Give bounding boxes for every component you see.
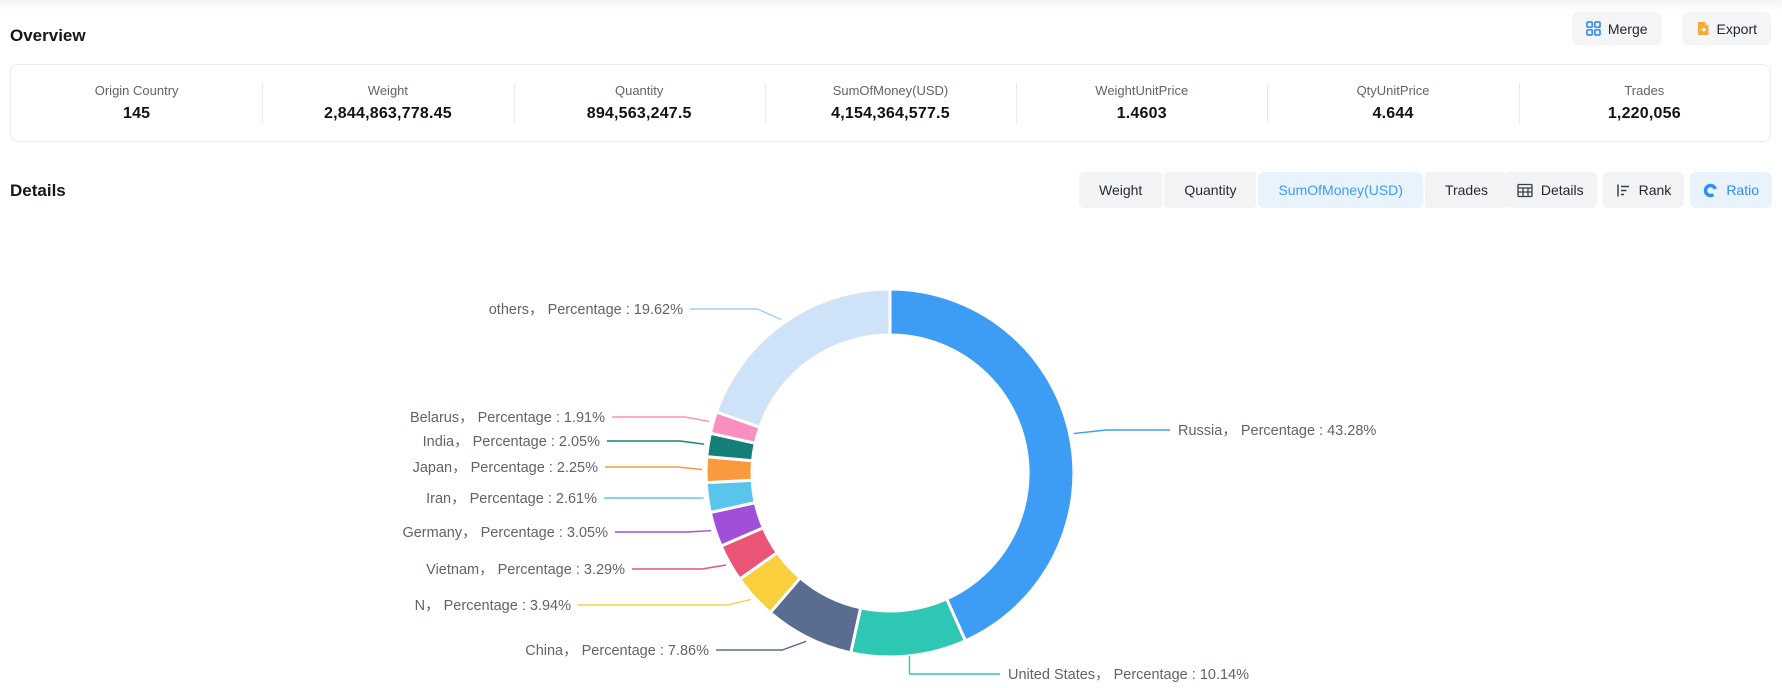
label-line-india bbox=[607, 441, 704, 444]
slice-label-japan: Japan， Percentage : 2.25% bbox=[413, 460, 599, 476]
label-line-russia bbox=[1074, 430, 1170, 434]
slice-label-others: others， Percentage : 19.62% bbox=[489, 302, 683, 318]
label-line-japan bbox=[605, 467, 702, 470]
label-line-n bbox=[578, 600, 751, 606]
slice-label-iran: Iran， Percentage : 2.61% bbox=[426, 491, 597, 507]
slice-label-germany: Germany， Percentage : 3.05% bbox=[402, 525, 608, 541]
slice-label-united-states: United States， Percentage : 10.14% bbox=[1008, 667, 1249, 683]
slice-label-vietnam: Vietnam， Percentage : 3.29% bbox=[426, 562, 625, 578]
donut-chart: Russia， Percentage : 43.28% United States… bbox=[0, 0, 1782, 688]
slice-label-india: India， Percentage : 2.05% bbox=[423, 434, 600, 450]
label-line-vietnam bbox=[632, 565, 726, 569]
label-line-belarus bbox=[612, 417, 709, 421]
donut-slice-others[interactable] bbox=[716, 289, 890, 427]
slice-label-russia: Russia， Percentage : 43.28% bbox=[1178, 423, 1376, 439]
label-line-china bbox=[716, 641, 806, 650]
page: Overview Merge Export Origin Country145 bbox=[0, 0, 1782, 688]
label-line-germany bbox=[615, 531, 711, 532]
slice-label-china: China， Percentage : 7.86% bbox=[525, 643, 709, 659]
donut-slice-united-states[interactable] bbox=[851, 599, 966, 657]
label-line-united-states bbox=[910, 656, 1001, 674]
donut-slice-russia[interactable] bbox=[890, 289, 1074, 641]
slice-label-belarus: Belarus， Percentage : 1.91% bbox=[410, 410, 605, 426]
label-line-others bbox=[690, 309, 781, 320]
slice-label-n: N， Percentage : 3.94% bbox=[415, 598, 571, 614]
